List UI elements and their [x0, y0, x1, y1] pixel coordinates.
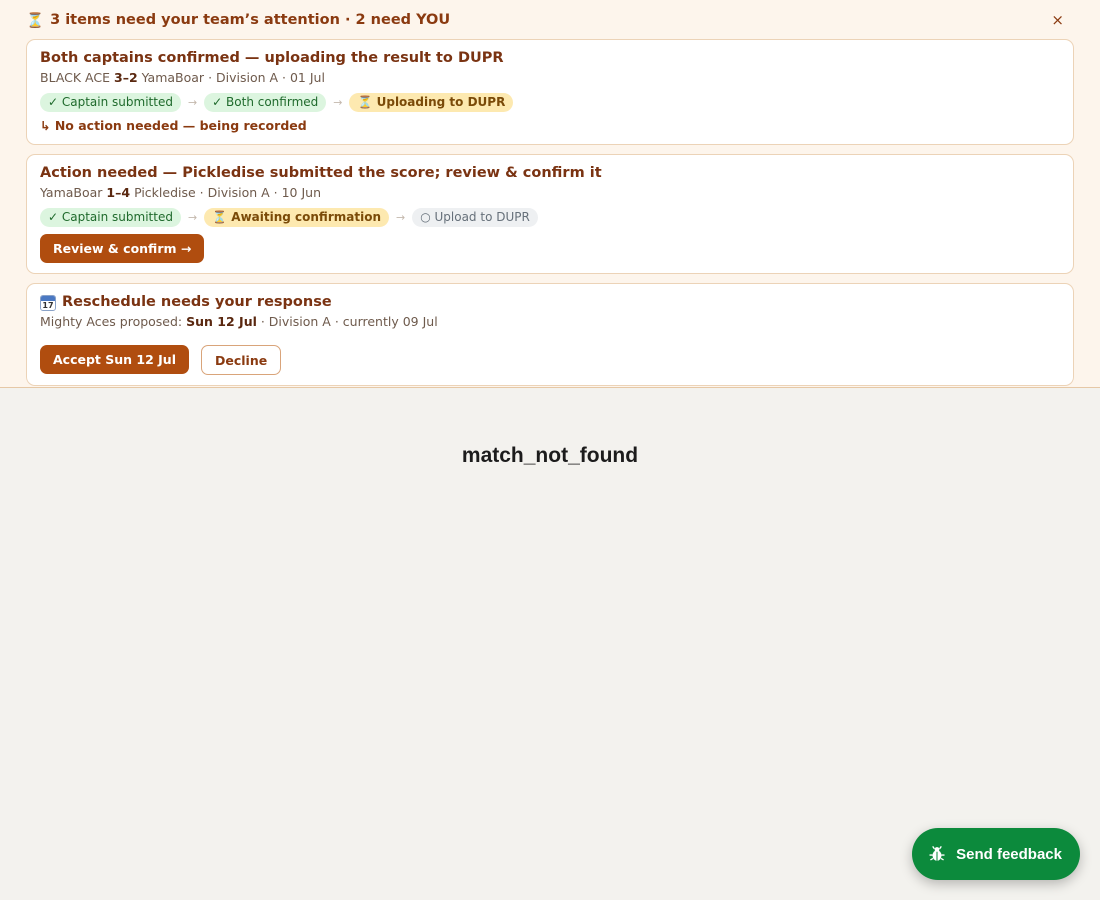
- progress-steps: ✓ Captain submitted → ✓ Both confirmed →…: [40, 92, 1060, 112]
- team-b: Pickledise: [134, 185, 196, 200]
- proposer: Mighty Aces proposed:: [40, 314, 183, 329]
- calendar-icon: 17: [40, 294, 56, 311]
- card-title: Action needed — Pickledise submitted the…: [40, 165, 602, 181]
- banner-header: ⏳ 3 items need your team’s attention · 2…: [26, 10, 1074, 30]
- match-meta: · Division A · 01 Jul: [208, 70, 325, 85]
- bug-icon: [928, 845, 946, 863]
- team-a: YamaBoar: [40, 185, 103, 200]
- send-feedback-label: Send feedback: [956, 845, 1062, 863]
- arrow-icon: →: [396, 210, 406, 224]
- attention-banner: ⏳ 3 items need your team’s attention · 2…: [0, 0, 1100, 388]
- accept-reschedule-button[interactable]: Accept Sun 12 Jul: [40, 345, 189, 374]
- hourglass-icon: ⏳: [26, 12, 45, 29]
- step-captain-submitted: ✓ Captain submitted: [40, 207, 181, 227]
- match-summary: BLACK ACE 3–2 YamaBoar · Division A · 01…: [40, 69, 1060, 87]
- card-title-text: Reschedule needs your response: [62, 294, 332, 310]
- review-confirm-button[interactable]: Review & confirm →: [40, 234, 205, 263]
- match-meta: · Division A · 10 Jun: [199, 185, 321, 200]
- arrow-icon: →: [187, 95, 198, 109]
- team-a: BLACK ACE: [40, 70, 111, 85]
- no-action-note: ↳ No action needed — being recorded: [40, 118, 307, 133]
- step-upload-dupr: ○ Upload to DUPR: [412, 207, 538, 227]
- banner-title-text: 3 items need your team’s attention · 2 n…: [50, 12, 451, 28]
- step-captain-submitted: ✓ Captain submitted: [40, 92, 181, 112]
- close-button[interactable]: ×: [1041, 10, 1074, 30]
- match-score: 3–2: [114, 70, 138, 85]
- reschedule-meta: · Division A · currently 09 Jul: [260, 314, 438, 329]
- step-uploading-dupr: ⏳ Uploading to DUPR: [349, 92, 514, 112]
- step-awaiting-confirmation: ⏳ Awaiting confirmation: [204, 207, 389, 227]
- arrow-icon: →: [333, 95, 343, 109]
- banner-title: ⏳ 3 items need your team’s attention · 2…: [26, 12, 450, 29]
- step-both-confirmed: ✓ Both confirmed: [204, 92, 327, 112]
- card-title: 17 Reschedule needs your response: [40, 293, 1060, 312]
- progress-steps: ✓ Captain submitted → ⏳ Awaiting confirm…: [40, 207, 1060, 227]
- proposed-date: Sun 12 Jul: [186, 314, 257, 329]
- send-feedback-button[interactable]: Send feedback: [912, 828, 1080, 880]
- card-title: Both captains confirmed — uploading the …: [40, 50, 504, 66]
- attention-card-reschedule: 17 Reschedule needs your response Mighty…: [26, 283, 1074, 386]
- team-b: YamaBoar: [141, 70, 205, 85]
- error-message: match_not_found: [461, 444, 639, 467]
- attention-card-upload: Both captains confirmed — uploading the …: [26, 39, 1074, 145]
- decline-button[interactable]: Decline: [200, 345, 282, 375]
- match-score: 1–4: [106, 185, 131, 200]
- attention-card-confirm: Action needed — Pickledise submitted the…: [26, 154, 1074, 274]
- reschedule-summary: Mighty Aces proposed: Sun 12 Jul · Divis…: [40, 313, 1060, 331]
- arrow-icon: →: [187, 210, 198, 224]
- match-summary: YamaBoar 1–4 Pickledise · Division A · 1…: [40, 184, 1060, 202]
